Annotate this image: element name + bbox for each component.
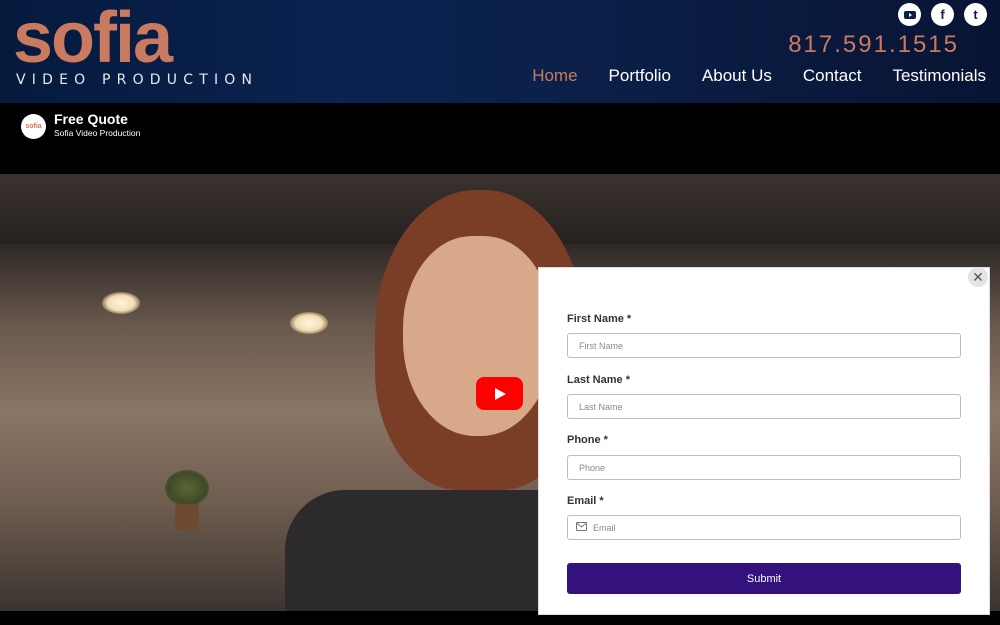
submit-button[interactable]: Submit: [567, 563, 961, 594]
nav-about-us[interactable]: About Us: [702, 66, 772, 86]
mail-icon: [576, 522, 587, 531]
phone-input[interactable]: [567, 455, 961, 480]
close-icon[interactable]: ✕: [968, 267, 988, 287]
tumblr-icon[interactable]: t: [964, 3, 987, 26]
email-input[interactable]: [567, 515, 961, 540]
plant-image: [165, 470, 209, 532]
video-title-bar: [0, 103, 1000, 174]
nav-home[interactable]: Home: [532, 66, 577, 86]
email-label: Email *: [567, 495, 604, 507]
play-icon: [494, 387, 506, 400]
plant-leaves: [165, 470, 209, 506]
ceiling-light: [102, 292, 140, 314]
plant-pot: [175, 504, 199, 530]
play-button[interactable]: [476, 377, 523, 410]
video-title[interactable]: Free Quote: [54, 111, 128, 127]
phone-number[interactable]: 817.591.1515: [788, 31, 959, 59]
first-name-input[interactable]: [567, 333, 961, 358]
last-name-input[interactable]: [567, 394, 961, 419]
logo-wordmark[interactable]: sofia: [13, 2, 173, 74]
nav-portfolio[interactable]: Portfolio: [609, 66, 671, 86]
nav-contact[interactable]: Contact: [803, 66, 862, 86]
last-name-label: Last Name *: [567, 374, 630, 386]
youtube-icon[interactable]: [898, 3, 921, 26]
social-links: f t: [898, 3, 987, 26]
site-header: sofia VIDEO PRODUCTION f t 817.591.1515 …: [0, 0, 1000, 103]
video-channel-name: Sofia Video Production: [54, 128, 141, 138]
nav-testimonials[interactable]: Testimonials: [892, 66, 986, 86]
channel-avatar[interactable]: sofia: [21, 114, 46, 139]
first-name-label: First Name *: [567, 313, 632, 325]
main-nav: Home Portfolio About Us Contact Testimon…: [532, 66, 986, 86]
facebook-icon[interactable]: f: [931, 3, 954, 26]
logo-subtitle: VIDEO PRODUCTION: [16, 72, 259, 88]
phone-label: Phone *: [567, 434, 608, 446]
